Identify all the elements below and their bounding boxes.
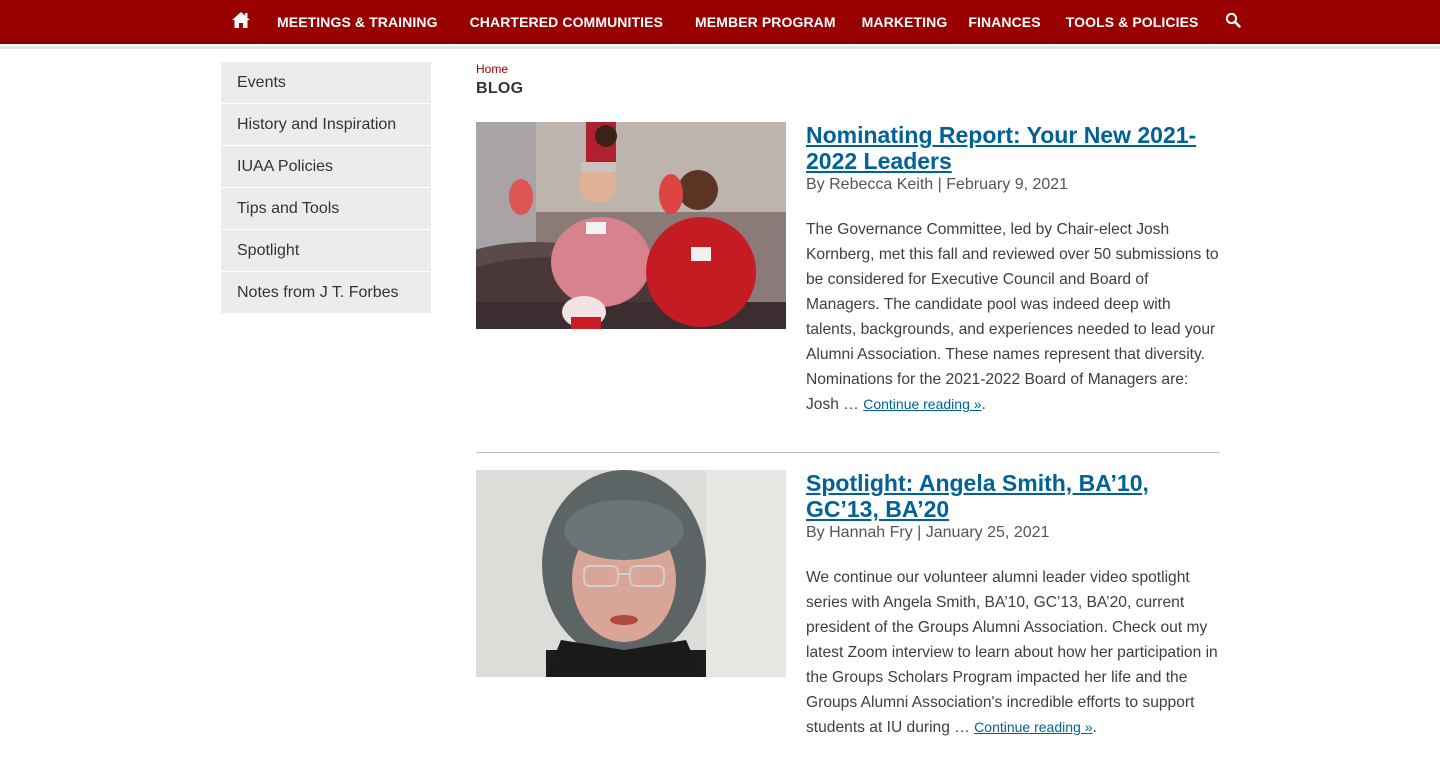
post-image-group-photo[interactable] <box>476 122 786 329</box>
sidebar-item-notes-forbes[interactable]: Notes from J T. Forbes <box>221 272 431 314</box>
post-byline: By Hannah Fry | January 25, 2021 <box>806 524 1050 541</box>
sidebar-item-history-inspiration[interactable]: History and Inspiration <box>221 104 431 146</box>
post-excerpt-text: We continue our volunteer alumni leader … <box>806 569 1218 736</box>
post-excerpt-text: The Governance Committee, led by Chair-e… <box>806 221 1219 413</box>
main-nav: MEETINGS & TRAINING CHARTERED COMMUNITIE… <box>220 0 1252 44</box>
nav-finances[interactable]: FINANCES <box>958 0 1052 44</box>
search-icon <box>1225 12 1241 33</box>
sidebar-item-iuaa-policies[interactable]: IUAA Policies <box>221 146 431 188</box>
post-divider <box>476 452 1220 453</box>
sidebar-item-tips-tools[interactable]: Tips and Tools <box>221 188 431 230</box>
post-title-link[interactable]: Spotlight: Angela Smith, BA’10, GC’13, B… <box>806 470 1226 522</box>
nav-chartered-communities[interactable]: CHARTERED COMMUNITIES <box>454 0 681 44</box>
continue-reading-link[interactable]: Continue reading » <box>863 396 981 412</box>
nav-home-button[interactable] <box>220 0 262 44</box>
sidebar-item-events[interactable]: Events <box>221 62 431 104</box>
breadcrumb: Home <box>476 62 508 76</box>
post-image-portrait[interactable] <box>476 470 786 677</box>
page-title: BLOG <box>476 80 524 97</box>
nav-meetings-training[interactable]: MEETINGS & TRAINING <box>262 0 454 44</box>
post-excerpt: We continue our volunteer alumni leader … <box>806 569 1218 736</box>
sidebar-item-spotlight[interactable]: Spotlight <box>221 230 431 272</box>
continue-reading-link[interactable]: Continue reading » <box>974 719 1092 735</box>
post-byline: By Rebecca Keith | February 9, 2021 <box>806 176 1069 193</box>
nav-marketing[interactable]: MARKETING <box>852 0 959 44</box>
sidebar-menu: Events History and Inspiration IUAA Poli… <box>221 62 431 314</box>
nav-bottom-shadow <box>0 46 1440 49</box>
nav-member-program[interactable]: MEMBER PROGRAM <box>680 0 852 44</box>
nav-search-button[interactable] <box>1214 0 1252 44</box>
home-icon <box>231 11 251 34</box>
post-title-link[interactable]: Nominating Report: Your New 2021-2022 Le… <box>806 122 1226 174</box>
post-excerpt: The Governance Committee, led by Chair-e… <box>806 221 1219 413</box>
breadcrumb-home-link[interactable]: Home <box>476 62 508 76</box>
nav-tools-policies[interactable]: TOOLS & POLICIES <box>1052 0 1214 44</box>
top-nav-bar: MEETINGS & TRAINING CHARTERED COMMUNITIE… <box>0 0 1440 44</box>
